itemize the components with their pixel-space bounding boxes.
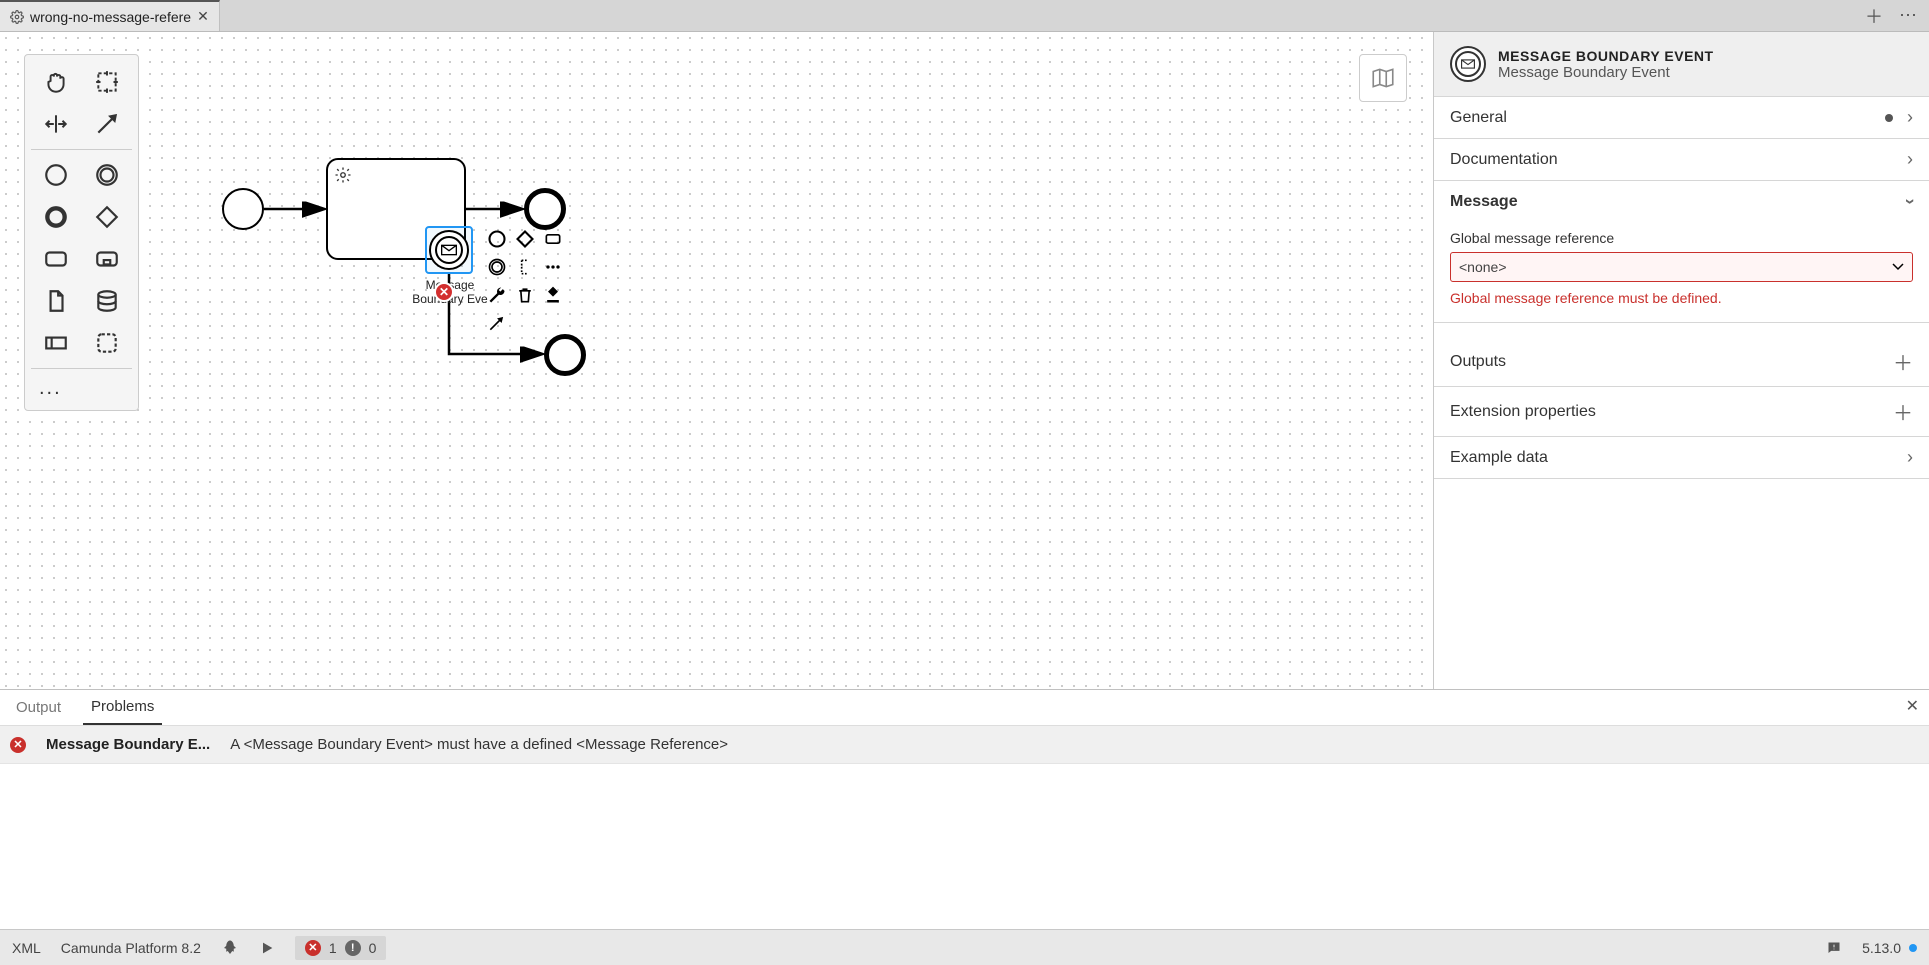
pool-icon[interactable] — [41, 328, 71, 358]
tab-problems[interactable]: Problems — [83, 690, 162, 725]
group-icon[interactable] — [92, 328, 122, 358]
pad-annotation-icon[interactable] — [514, 256, 536, 278]
space-tool-icon[interactable] — [41, 109, 71, 139]
file-tab-title: wrong-no-message-refere — [30, 9, 191, 25]
context-pad — [486, 228, 564, 334]
diagram-canvas[interactable]: ... — [0, 32, 1433, 689]
task-icon[interactable] — [41, 244, 71, 274]
tab-close-icon[interactable]: ✕ — [197, 8, 209, 25]
global-message-ref-error: Global message reference must be defined… — [1450, 290, 1913, 306]
lasso-tool-icon[interactable] — [92, 67, 122, 97]
gear-icon — [334, 166, 352, 184]
section-extension-label: Extension properties — [1450, 403, 1596, 421]
start-event-icon[interactable] — [41, 160, 71, 190]
section-message: Message › Global message reference <none… — [1434, 181, 1929, 323]
status-run-icon[interactable] — [259, 940, 275, 956]
map-icon — [1370, 65, 1396, 91]
end-event-shape-2[interactable] — [544, 334, 586, 376]
section-example-label: Example data — [1450, 449, 1548, 467]
error-icon: ✕ — [305, 940, 321, 956]
hand-tool-icon[interactable] — [41, 67, 71, 97]
minimap-toggle-button[interactable] — [1359, 54, 1407, 102]
warning-icon: ! — [345, 940, 361, 956]
pad-append-event-icon[interactable] — [486, 228, 508, 250]
pad-append-gateway-icon[interactable] — [514, 228, 536, 250]
section-extension[interactable]: Extension properties ＋ — [1434, 387, 1929, 437]
new-tab-icon[interactable]: ＋ — [1865, 3, 1883, 29]
pad-append-intermediate-icon[interactable] — [486, 256, 508, 278]
section-message-label: Message — [1450, 193, 1518, 211]
pad-connect-icon[interactable] — [486, 312, 508, 334]
intermediate-event-icon[interactable] — [92, 160, 122, 190]
global-message-ref-select[interactable]: <none> — [1450, 252, 1913, 282]
boundary-event-selected[interactable] — [425, 226, 473, 274]
problem-row[interactable]: ✕ Message Boundary E... A <Message Bound… — [0, 726, 1929, 764]
section-outputs-label: Outputs — [1450, 353, 1506, 371]
tool-palette: ... — [24, 54, 139, 411]
status-xml-button[interactable]: XML — [12, 940, 41, 956]
data-object-icon[interactable] — [41, 286, 71, 316]
bottom-panel: Output Problems ✕ ✕ Message Boundary E..… — [0, 689, 1929, 929]
status-version[interactable]: 5.13.0 — [1862, 940, 1917, 956]
problem-source: Message Boundary E... — [46, 736, 210, 753]
file-tab[interactable]: wrong-no-message-refere ✕ — [0, 0, 220, 31]
palette-more-icon[interactable]: ... — [31, 373, 132, 404]
section-documentation-label: Documentation — [1450, 151, 1558, 169]
chevron-right-icon: › — [1907, 107, 1913, 128]
status-bar: XML Camunda Platform 8.2 ✕ 1 ! 0 5.13.0 — [0, 929, 1929, 965]
chevron-right-icon: › — [1907, 149, 1913, 170]
dirty-dot-icon — [1885, 114, 1893, 122]
pad-more-icon[interactable] — [542, 256, 564, 278]
tab-menu-icon[interactable]: ⋯ — [1899, 5, 1917, 26]
properties-panel: MESSAGE BOUNDARY EVENT Message Boundary … — [1433, 32, 1929, 689]
end-event-icon[interactable] — [41, 202, 71, 232]
bottom-panel-close-icon[interactable]: ✕ — [1906, 696, 1919, 716]
connect-tool-icon[interactable] — [92, 109, 122, 139]
main-area: ... — [0, 32, 1929, 689]
update-dot-icon — [1909, 944, 1917, 952]
subprocess-icon[interactable] — [92, 244, 122, 274]
chevron-down-icon: › — [1900, 199, 1921, 205]
section-general[interactable]: General › — [1434, 97, 1929, 139]
status-warning-count: 0 — [369, 940, 377, 956]
message-event-type-icon — [1450, 46, 1486, 82]
chevron-right-icon: › — [1907, 447, 1913, 468]
pad-color-icon[interactable] — [542, 284, 564, 306]
status-problems-button[interactable]: ✕ 1 ! 0 — [295, 936, 387, 960]
plus-icon[interactable]: ＋ — [1893, 397, 1913, 426]
problem-message: A <Message Boundary Event> must have a d… — [230, 736, 728, 753]
gear-icon — [10, 10, 24, 24]
section-example[interactable]: Example data › — [1434, 437, 1929, 479]
plus-icon[interactable]: ＋ — [1893, 347, 1913, 376]
pad-wrench-icon[interactable] — [486, 284, 508, 306]
envelope-icon — [441, 244, 457, 256]
status-deploy-icon[interactable] — [221, 939, 239, 957]
gateway-icon[interactable] — [92, 202, 122, 232]
pad-append-task-icon[interactable] — [542, 228, 564, 250]
status-feedback-icon[interactable] — [1826, 940, 1842, 956]
element-type-label: MESSAGE BOUNDARY EVENT — [1498, 48, 1714, 64]
props-header: MESSAGE BOUNDARY EVENT Message Boundary … — [1434, 32, 1929, 97]
status-platform-button[interactable]: Camunda Platform 8.2 — [61, 940, 201, 956]
status-error-count: 1 — [329, 940, 337, 956]
error-icon: ✕ — [10, 737, 26, 753]
start-event-shape[interactable] — [222, 188, 264, 230]
pad-trash-icon[interactable] — [514, 284, 536, 306]
global-message-ref-label: Global message reference — [1450, 230, 1913, 246]
section-outputs[interactable]: Outputs ＋ — [1434, 337, 1929, 387]
tab-output[interactable]: Output — [8, 691, 69, 724]
end-event-shape-1[interactable] — [524, 188, 566, 230]
error-badge-icon[interactable]: ✕ — [434, 282, 454, 302]
data-store-icon[interactable] — [92, 286, 122, 316]
tab-bar: wrong-no-message-refere ✕ ＋ ⋯ — [0, 0, 1929, 32]
element-name-label: Message Boundary Event — [1498, 64, 1714, 81]
section-general-label: General — [1450, 109, 1507, 127]
section-message-header[interactable]: Message › — [1434, 181, 1929, 222]
section-documentation[interactable]: Documentation › — [1434, 139, 1929, 181]
